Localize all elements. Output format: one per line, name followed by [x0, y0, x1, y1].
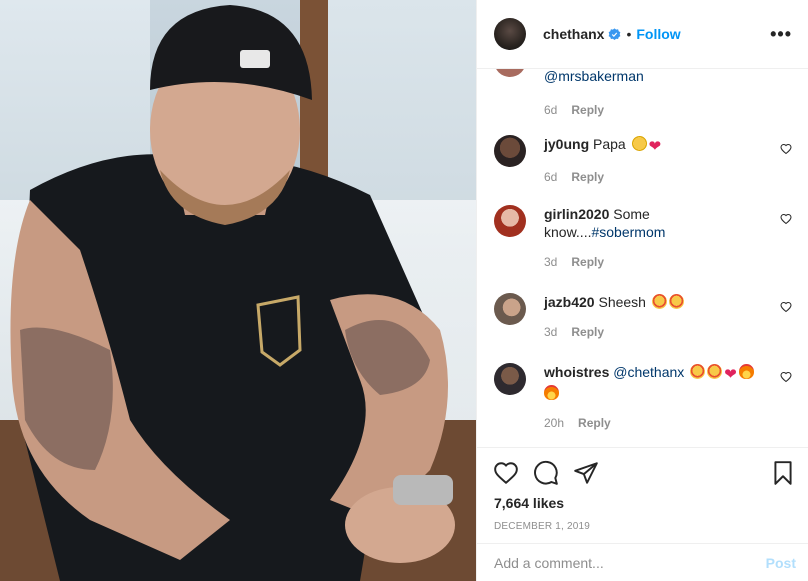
- comment-item: whoistres @chethanx ❤ 20h Reply: [494, 363, 792, 432]
- likes-count[interactable]: 7,664 likes: [494, 495, 564, 511]
- more-options-icon[interactable]: •••: [770, 25, 792, 43]
- author-username[interactable]: chethanx: [543, 26, 604, 42]
- frown-emoji-icon: [631, 136, 647, 151]
- comment-item: jy0ung Papa ❤ 6d Reply: [494, 135, 792, 186]
- reply-button[interactable]: Reply: [571, 255, 604, 269]
- action-bar: [493, 460, 796, 488]
- comment-text: Sheesh: [598, 294, 646, 310]
- heart-emoji-icon: ❤: [724, 366, 737, 383]
- star-struck-emoji-icon: [690, 364, 706, 379]
- reply-button[interactable]: Reply: [571, 103, 604, 117]
- like-heart-icon[interactable]: [493, 460, 519, 486]
- comment-avatar[interactable]: [494, 135, 526, 167]
- mention-link[interactable]: @chethanx: [613, 364, 684, 380]
- verified-badge-icon: [609, 27, 621, 40]
- comment-item: jazb420 Sheesh 3d Reply: [494, 293, 792, 341]
- post-photo[interactable]: [0, 0, 476, 581]
- like-comment-icon[interactable]: [780, 301, 792, 313]
- fire-emoji-icon: [544, 385, 559, 400]
- star-struck-emoji-icon: [707, 364, 723, 379]
- comment-input[interactable]: [494, 555, 766, 571]
- comment-username[interactable]: girlin2020: [544, 206, 609, 222]
- comment-time[interactable]: 6d: [544, 170, 557, 184]
- like-comment-icon[interactable]: [780, 143, 792, 155]
- mention-link[interactable]: @mrsbakerman: [544, 69, 644, 84]
- hashtag-link[interactable]: #sobermom: [591, 224, 665, 240]
- comment-time[interactable]: 3d: [544, 325, 557, 339]
- comment-avatar[interactable]: [494, 363, 526, 395]
- post-comment-button[interactable]: Post: [766, 555, 796, 571]
- like-comment-icon[interactable]: [780, 371, 792, 383]
- heart-emoji-icon: ❤: [648, 138, 662, 155]
- like-comment-icon[interactable]: [780, 213, 792, 225]
- comment-time[interactable]: 6d: [544, 103, 557, 117]
- comment-bubble-icon[interactable]: [533, 460, 559, 486]
- comment-avatar[interactable]: [494, 69, 526, 77]
- post-actions: 7,664 likes DECEMBER 1, 2019 Post: [477, 447, 808, 581]
- comment-time[interactable]: 20h: [544, 416, 564, 430]
- post-header: chethanx • Follow •••: [477, 0, 808, 69]
- add-comment-bar: Post: [477, 543, 808, 581]
- comment-username[interactable]: jy0ung: [544, 136, 589, 152]
- comment-avatar[interactable]: [494, 205, 526, 237]
- comment-text: Papa: [593, 136, 626, 152]
- save-bookmark-icon[interactable]: [770, 460, 796, 486]
- author-avatar[interactable]: [494, 18, 526, 50]
- comment-username[interactable]: jazb420: [544, 294, 595, 310]
- fire-emoji-icon: [738, 364, 754, 379]
- comment-time[interactable]: 3d: [544, 255, 557, 269]
- post-date[interactable]: DECEMBER 1, 2019: [494, 521, 590, 532]
- star-struck-emoji-icon: [651, 294, 667, 309]
- reply-button[interactable]: Reply: [578, 416, 611, 430]
- man-in-cap-figure: [10, 5, 455, 581]
- reply-button[interactable]: Reply: [571, 170, 604, 184]
- comment-item: @mrsbakerman 6d Reply: [494, 69, 792, 119]
- comment-item: girlin2020 Some know....#sobermom 3d Repl…: [494, 205, 792, 271]
- follow-button[interactable]: Follow: [636, 26, 680, 42]
- reply-button[interactable]: Reply: [571, 325, 604, 339]
- comment-username[interactable]: whoistres: [544, 364, 609, 380]
- comment-avatar[interactable]: [494, 293, 526, 325]
- star-struck-emoji-icon: [668, 294, 684, 309]
- separator-dot: •: [626, 26, 632, 42]
- share-paper-plane-icon[interactable]: [573, 460, 599, 486]
- post-details-panel: chethanx • Follow ••• @mrsbakerman 6d Rep…: [476, 0, 808, 581]
- comments-list[interactable]: @mrsbakerman 6d Reply jy0ung Papa ❤ 6d Rep…: [477, 69, 808, 447]
